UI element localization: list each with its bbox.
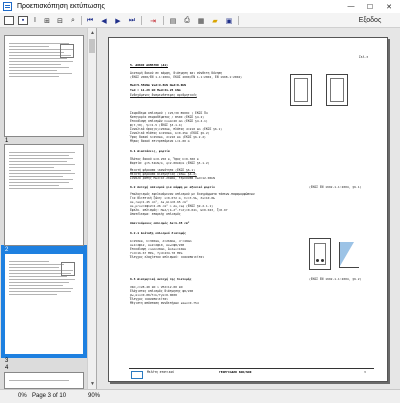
window-title: Προεπισκόπηση εκτύπωσης bbox=[17, 3, 105, 10]
section-line: Απαιτούμενος οπλισμός As=1.45 cm² bbox=[130, 221, 190, 225]
material-line: Μήκος δοκού επιτρεπόμενο L=1.00 m bbox=[130, 139, 190, 143]
maximize-icon[interactable]: ☐ bbox=[361, 0, 379, 13]
title-bar: Προεπισκόπηση εκτύπωσης — ☐ ✕ bbox=[0, 0, 400, 13]
section-heading: 5. ΔΟΚΟΙ ΔΩΜΑΤΟΣ (Δ1) bbox=[130, 63, 168, 67]
single-page-icon[interactable] bbox=[4, 16, 14, 25]
app-icon bbox=[3, 2, 12, 11]
toolbar-separator bbox=[141, 16, 142, 25]
section-figure bbox=[326, 74, 348, 106]
section-reference: (ΕΚΟΣ ΕΝ 1992-1-1:2004, §6.1) bbox=[309, 185, 362, 189]
footer-rule bbox=[129, 368, 374, 369]
exit-button[interactable]: Εξοδος bbox=[350, 15, 390, 26]
zoom-out-icon[interactable]: ⊟ bbox=[55, 16, 65, 25]
print-icon[interactable]: ⎙ bbox=[182, 16, 192, 25]
text-cursor-icon[interactable]: I bbox=[31, 16, 39, 25]
section-line: Φορτία: g=5.52kN/m, q=2.00kN/m (ΕΚΟΣ §5.… bbox=[130, 161, 210, 165]
section-line: Αποτέλεσμα: επαρκής οπλισμός bbox=[130, 212, 181, 216]
two-page-icon[interactable]: ▪ bbox=[18, 16, 28, 25]
close-icon[interactable]: ✕ bbox=[380, 0, 398, 13]
toolbar-separator bbox=[238, 16, 239, 25]
forces-line: Ted = 11.28 kN Med=41.25 kNm bbox=[130, 88, 181, 92]
scrollbar-thumb[interactable] bbox=[89, 39, 95, 53]
reinforcement-figure bbox=[309, 238, 331, 270]
thumbnail-scrollbar[interactable]: ▲ ▼ bbox=[87, 28, 96, 389]
preview-page: Σελ.3 5. ΔΟΚΟΙ ΔΩΜΑΤΟΣ (Δ1) Διατομή δοκο… bbox=[108, 37, 388, 382]
thumbnail-pane: 1 2 3 4 ▲ ▼ bbox=[0, 28, 97, 389]
thumbnail-page-4[interactable] bbox=[4, 372, 84, 389]
intro-line: (ΕΚΟΣ 2000/ΕΝ 1-1:2004, ΕΚΟΣ 2000/ΕΝ 1-1… bbox=[130, 75, 242, 79]
magnifier-icon[interactable]: ⌕ bbox=[68, 16, 78, 25]
next-page-icon[interactable]: ▶ bbox=[113, 16, 123, 25]
strain-diagram bbox=[339, 242, 359, 268]
zoom-progress: 0% bbox=[18, 393, 27, 399]
page-preview-area[interactable]: Σελ.3 5. ΔΟΚΟΙ ΔΩΜΑΤΟΣ (Δ1) Διατομή δοκο… bbox=[97, 28, 400, 389]
thumbnail-page-2[interactable] bbox=[4, 144, 84, 246]
thumbnail-number: 3 bbox=[5, 358, 9, 364]
status-bar: 0% Page 3 of 10 90% bbox=[0, 389, 400, 403]
thumbnail-figure bbox=[61, 262, 75, 276]
toolbar: ▪ I ⊞ ⊟ ⌕ ⏮ ◀ ▶ ⏭ ⇥ ▤ ⎙ ▦ ▰ ▣ Εξοδος bbox=[0, 13, 400, 28]
print-all-icon[interactable]: ▦ bbox=[196, 16, 206, 25]
page-marker: Σελ.3 bbox=[359, 55, 369, 59]
minimize-icon[interactable]: — bbox=[342, 0, 360, 13]
page-info: Page 3 of 10 bbox=[32, 393, 67, 399]
toolbar-separator bbox=[163, 16, 164, 25]
previous-page-icon[interactable]: ◀ bbox=[99, 16, 109, 25]
thumbnail-page-1[interactable] bbox=[4, 35, 84, 137]
section-reference: (ΕΚΟΣ ΕΝ 1992-1-1:2004, §6.2) bbox=[309, 277, 362, 281]
toolbar-separator bbox=[81, 16, 82, 25]
section-title: 6.1 Διαστάσεις, φορτία bbox=[130, 149, 170, 153]
scroll-down-icon[interactable]: ▼ bbox=[88, 380, 97, 388]
first-page-icon[interactable]: ⏮ bbox=[85, 16, 95, 25]
page-setup-icon[interactable]: ▤ bbox=[168, 16, 178, 25]
last-page-icon[interactable]: ⏭ bbox=[127, 16, 137, 25]
forces-line: Med=5.55kNm Ved=9.8kN Ned=0.0kN bbox=[130, 83, 186, 87]
footer-logo bbox=[131, 371, 143, 379]
section-title: 6.3 Διατμητική αντοχή της διατομής bbox=[130, 277, 192, 281]
zoom-level: 90% bbox=[88, 393, 101, 399]
scroll-up-icon[interactable]: ▲ bbox=[88, 29, 97, 37]
go-to-page-icon[interactable]: ⇥ bbox=[147, 16, 159, 25]
section-line: Μέγιστη απόσταση συνδετήρων smax=0.75d bbox=[130, 301, 199, 305]
save-icon[interactable]: ▣ bbox=[224, 16, 234, 25]
thumbnail-page-3[interactable] bbox=[4, 253, 84, 355]
open-folder-icon[interactable]: ▰ bbox=[210, 16, 220, 25]
section-line: Έλεγχος ελαχίστου οπλισμού: ικανοποιείτα… bbox=[130, 255, 205, 259]
thumbnail-figure bbox=[60, 44, 74, 58]
thumbnail-number: 4 bbox=[5, 365, 9, 371]
section-title: 6.2 Αντοχή οπλισμού για κάμψη με αξονικό… bbox=[130, 185, 215, 189]
footer-company: ΓΕΩΡΓΙΑΔΗΣ ΚΩΝ/ΝΟΣ bbox=[219, 370, 252, 374]
footer-subtitle: Μελέτη στατικού bbox=[147, 370, 175, 374]
section-figure bbox=[290, 74, 312, 106]
section-title: 6.2.1 Διάταξη οπλισμού διατομής bbox=[130, 231, 186, 235]
footer-page-number: 3 bbox=[364, 370, 366, 374]
forces-line: Ενδεχόμενες δυσμενέστερες αριθμητικές bbox=[130, 93, 197, 97]
zoom-in-icon[interactable]: ⊞ bbox=[42, 16, 52, 25]
section-line: Σύνολο ροπής Med=10.20kNm, τέμνουσα Ved=… bbox=[130, 176, 215, 180]
